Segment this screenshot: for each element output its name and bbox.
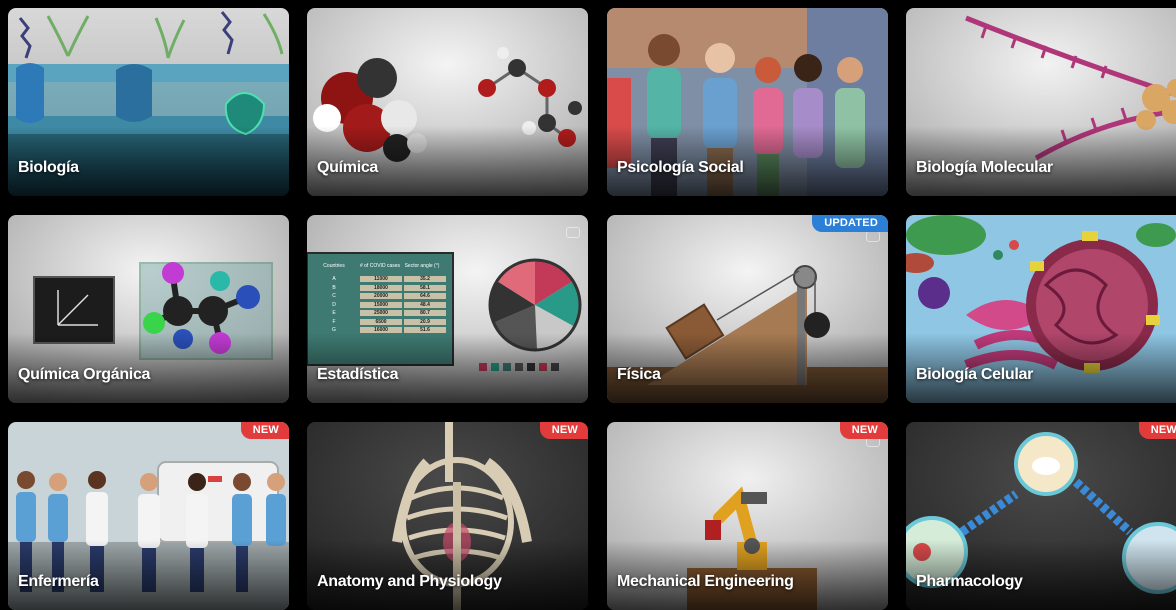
course-card-quimica[interactable]: Química xyxy=(307,8,588,196)
table-cell: 48.4 xyxy=(404,301,446,308)
table-row: F 6500 20.9 xyxy=(309,318,451,327)
table-cell: 11000 xyxy=(360,276,402,283)
table-cell: 6500 xyxy=(360,318,402,325)
course-label: Química Orgánica xyxy=(18,366,151,383)
course-card-pharmacology[interactable]: NEW Pharmacology xyxy=(906,422,1176,610)
table-cell: 80.7 xyxy=(404,310,446,317)
course-label: Biología Molecular xyxy=(916,159,1053,176)
new-badge: NEW xyxy=(240,422,289,439)
table-row: A 11000 35.2 xyxy=(309,275,451,284)
table-header: Countries xyxy=(323,263,345,269)
course-card-biologia-molecular[interactable]: Biología Molecular xyxy=(906,8,1176,196)
course-label: Anatomy and Physiology xyxy=(317,573,502,590)
table-cell: E xyxy=(332,310,336,317)
course-card-enfermeria[interactable]: NEW Enfermería xyxy=(8,422,289,610)
course-label: Psicología Social xyxy=(617,159,744,176)
table-header: # of COVID cases xyxy=(359,263,400,269)
table-cell: A xyxy=(332,276,336,283)
table-cell: 18000 xyxy=(360,284,402,291)
table-cell: F xyxy=(332,318,336,325)
course-label: Pharmacology xyxy=(916,573,1023,590)
new-badge: NEW xyxy=(1138,422,1176,439)
table-cell: 25000 xyxy=(360,310,402,317)
course-label: Física xyxy=(617,366,661,383)
course-card-psicologia-social[interactable]: Psicología Social xyxy=(607,8,888,196)
table-cell: 20.9 xyxy=(404,318,446,325)
course-label: Biología Celular xyxy=(916,366,1033,383)
table-cell: 20000 xyxy=(360,293,402,300)
table-cell: C xyxy=(332,293,336,300)
table-row: C 20000 64.6 xyxy=(309,292,451,301)
course-card-biologia[interactable]: Biología xyxy=(8,8,289,196)
chat-icon xyxy=(566,227,580,238)
table-row: B 18000 58.1 xyxy=(309,284,451,293)
table-cell: B xyxy=(332,284,336,291)
course-label: Estadística xyxy=(317,366,399,383)
course-card-estadistica[interactable]: Countries # of COVID cases Sector angle … xyxy=(307,215,588,403)
course-card-fisica[interactable]: UPDATED Física xyxy=(607,215,888,403)
table-cell: D xyxy=(332,301,336,308)
table-cell: 58.1 xyxy=(404,284,446,291)
course-card-mechanical-engineering[interactable]: NEW Mechanical Engineering xyxy=(607,422,888,610)
course-label: Mechanical Engineering xyxy=(617,573,794,590)
new-badge: NEW xyxy=(539,422,588,439)
course-card-anatomy-physiology[interactable]: NEW Anatomy and Physiology xyxy=(307,422,588,610)
table-cell: 15000 xyxy=(360,301,402,308)
table-cell: 64.6 xyxy=(404,293,446,300)
course-label: Biología xyxy=(18,159,79,176)
covid-cases-table: Countries # of COVID cases Sector angle … xyxy=(309,257,451,335)
chat-icon xyxy=(866,231,880,242)
table-header: Sector angle (°) xyxy=(404,263,440,269)
updated-badge: UPDATED xyxy=(812,215,888,232)
new-badge: NEW xyxy=(839,422,888,439)
course-card-biologia-celular[interactable]: Biología Celular xyxy=(906,215,1176,403)
table-row: E 25000 80.7 xyxy=(309,309,451,318)
course-label: Enfermería xyxy=(18,573,99,590)
course-card-quimica-organica[interactable]: Química Orgánica xyxy=(8,215,289,403)
table-cell: 35.2 xyxy=(404,276,446,283)
table-row: D 15000 48.4 xyxy=(309,301,451,310)
course-label: Química xyxy=(317,159,379,176)
